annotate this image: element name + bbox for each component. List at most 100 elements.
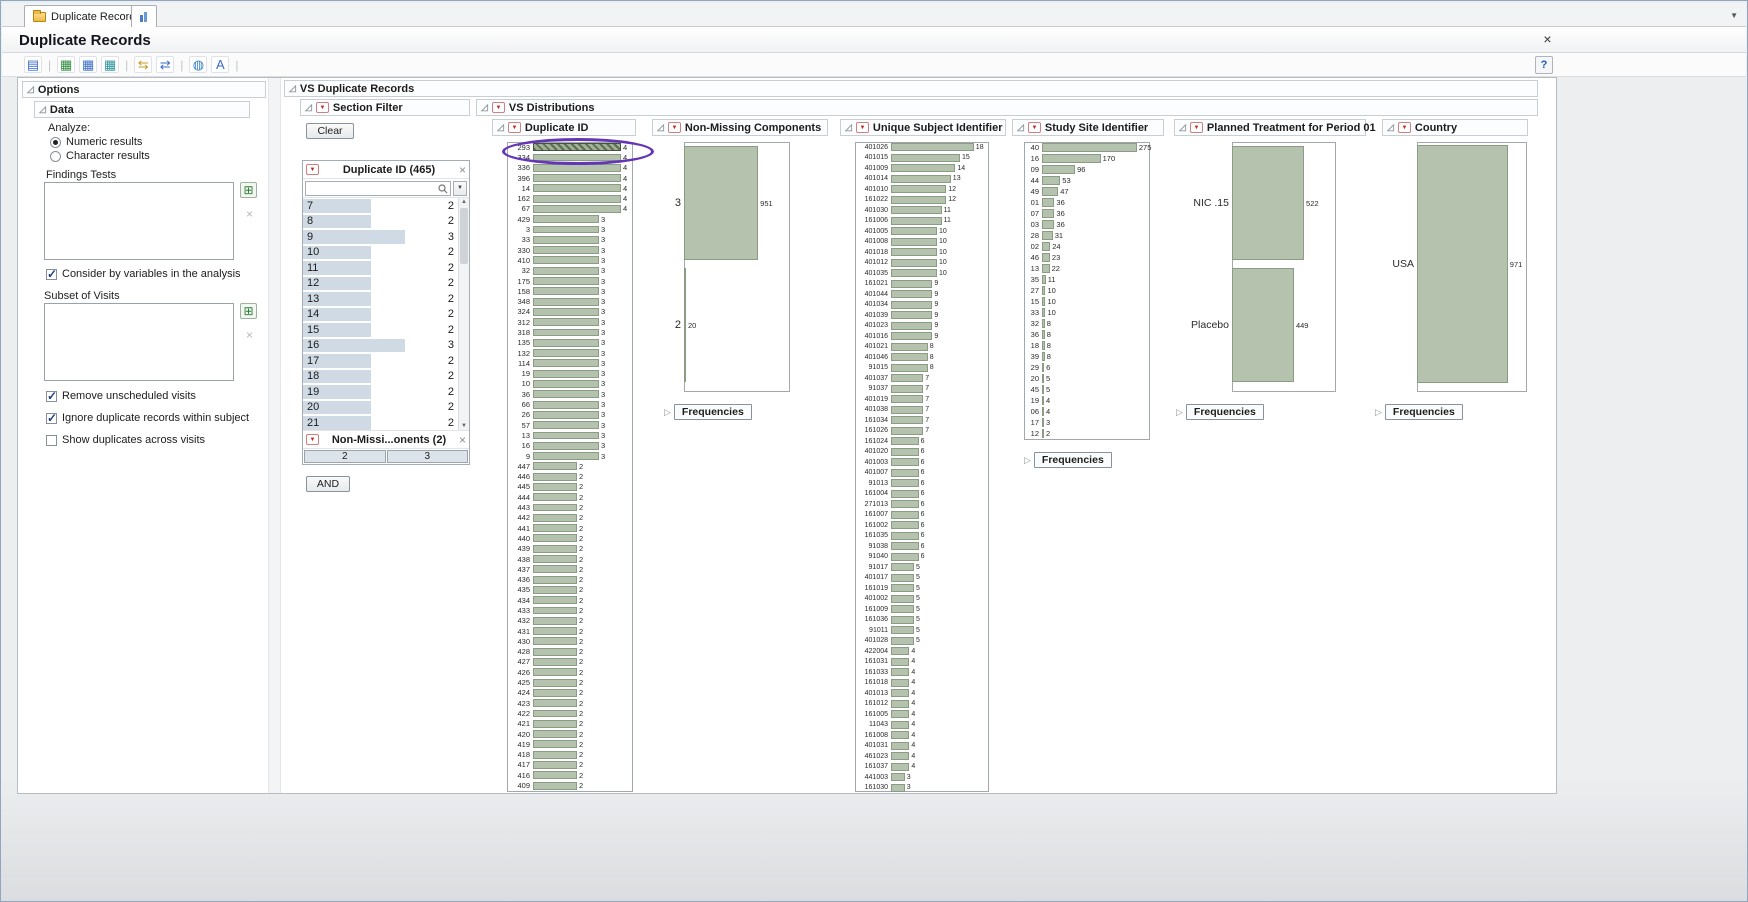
histogram-bar[interactable]	[533, 493, 577, 501]
next-group-icon[interactable]: ⇄	[156, 56, 174, 73]
histogram-bar[interactable]	[533, 751, 577, 759]
histogram-bar[interactable]	[533, 298, 599, 306]
histogram-bar[interactable]	[891, 322, 932, 330]
histogram-bar[interactable]	[891, 416, 923, 424]
histogram-bar[interactable]	[891, 143, 974, 151]
histogram-bar[interactable]	[533, 720, 577, 728]
histogram-bar[interactable]	[533, 637, 577, 645]
histogram-bar[interactable]	[533, 607, 577, 615]
disclosure-icon[interactable]	[305, 103, 312, 112]
text-search-icon[interactable]: A	[211, 56, 229, 73]
filter-list-item[interactable]: 132	[303, 291, 469, 307]
histogram-bar[interactable]	[533, 339, 599, 347]
histogram-bar[interactable]	[533, 710, 577, 718]
histogram-bar[interactable]	[533, 565, 577, 573]
histogram-bar[interactable]	[1042, 143, 1137, 152]
disclosure-icon[interactable]	[39, 105, 46, 114]
histogram-bar[interactable]	[533, 730, 577, 738]
histogram-bar[interactable]	[891, 437, 919, 445]
histogram-bar[interactable]	[533, 483, 577, 491]
red-triangle-menu-icon[interactable]	[1398, 122, 1411, 133]
histogram-bar[interactable]	[891, 668, 909, 676]
save-table-icon[interactable]: ▦	[79, 56, 97, 73]
histogram-bar[interactable]	[1042, 264, 1050, 273]
red-triangle-menu-icon[interactable]	[306, 164, 319, 175]
histogram-bar[interactable]	[533, 380, 599, 388]
histogram-bar[interactable]	[533, 658, 577, 666]
histogram-bar[interactable]	[533, 236, 599, 244]
histogram-bar[interactable]	[891, 721, 909, 729]
histogram-bar[interactable]	[533, 359, 599, 367]
histogram-bar[interactable]	[533, 679, 577, 687]
histogram-bar[interactable]	[891, 616, 914, 624]
histogram-bar[interactable]	[533, 246, 599, 254]
histogram-bar[interactable]	[891, 731, 909, 739]
histogram-bar[interactable]	[891, 385, 923, 393]
filter-list-item[interactable]: 212	[303, 415, 469, 431]
red-triangle-menu-icon[interactable]	[306, 434, 319, 445]
histogram-bar[interactable]	[891, 742, 909, 750]
histogram-bar[interactable]	[533, 154, 621, 162]
histogram-bar[interactable]	[533, 514, 577, 522]
red-triangle-menu-icon[interactable]	[668, 122, 681, 133]
remove-filter-icon[interactable]	[459, 164, 466, 176]
histogram-bar[interactable]	[533, 318, 599, 326]
histogram-bar[interactable]	[891, 280, 932, 288]
histogram-bar[interactable]	[684, 146, 758, 260]
histogram-bar[interactable]	[891, 301, 932, 309]
histogram-bar[interactable]	[533, 195, 621, 203]
tab-report[interactable]	[131, 5, 157, 27]
histogram-bar[interactable]	[891, 227, 937, 235]
disclosure-icon[interactable]	[481, 103, 488, 112]
web-report-icon[interactable]: ◍	[189, 56, 207, 73]
histogram-bar[interactable]	[533, 617, 577, 625]
frequencies-button[interactable]: Frequencies	[1186, 404, 1264, 420]
histogram-bar[interactable]	[533, 205, 621, 213]
export-journal-icon[interactable]: ▤	[24, 56, 42, 73]
histogram-bar[interactable]	[533, 432, 599, 440]
histogram-bar[interactable]	[1042, 253, 1050, 262]
histogram-bar[interactable]	[533, 143, 621, 151]
histogram-bar[interactable]	[533, 184, 621, 192]
disclosure-icon[interactable]	[1017, 123, 1024, 132]
histogram-bar[interactable]	[891, 763, 909, 771]
histogram-bar[interactable]	[891, 353, 928, 361]
filter-list-item[interactable]: 192	[303, 384, 469, 400]
histogram-bar[interactable]	[533, 287, 599, 295]
disclosure-icon[interactable]	[845, 123, 852, 132]
remove-unscheduled-checkbox[interactable]: Remove unscheduled visits	[46, 390, 196, 402]
filter-value-button[interactable]: 3	[387, 450, 469, 463]
histogram-bar[interactable]	[891, 469, 919, 477]
histogram-bar[interactable]	[891, 679, 909, 687]
histogram-bar[interactable]	[533, 442, 599, 450]
histogram-bar[interactable]	[891, 185, 946, 193]
histogram-bar[interactable]	[891, 689, 909, 697]
histogram-bar[interactable]	[533, 596, 577, 604]
histogram-bar[interactable]	[891, 269, 937, 277]
filter-list-item[interactable]: 172	[303, 353, 469, 369]
histogram-bar[interactable]	[891, 637, 914, 645]
histogram-bar[interactable]	[533, 648, 577, 656]
histogram-bar[interactable]	[533, 462, 577, 470]
disclosure-collapsed-icon[interactable]	[664, 407, 671, 418]
histogram-bar[interactable]	[891, 595, 914, 603]
filter-list-item[interactable]: 163	[303, 338, 469, 354]
histogram-bar[interactable]	[1042, 154, 1101, 163]
filter-list-item[interactable]: 112	[303, 260, 469, 276]
frequencies-button[interactable]: Frequencies	[1385, 404, 1463, 420]
disclosure-icon[interactable]	[27, 85, 34, 94]
histogram-bar[interactable]	[1042, 198, 1054, 207]
histogram-bar[interactable]	[533, 174, 621, 182]
filter-list-item[interactable]: 72	[303, 198, 469, 214]
histogram-bar[interactable]	[891, 710, 909, 718]
histogram-bar[interactable]	[533, 524, 577, 532]
filter-value-button[interactable]: 2	[304, 450, 386, 463]
histogram-bar[interactable]	[891, 532, 919, 540]
filter-list-item[interactable]: 93	[303, 229, 469, 245]
histogram-bar[interactable]	[891, 248, 937, 256]
filter-list-item[interactable]: 152	[303, 322, 469, 338]
filter-list-item[interactable]: 102	[303, 245, 469, 261]
show-duplicates-checkbox[interactable]: Show duplicates across visits	[46, 434, 205, 446]
histogram-bar[interactable]	[533, 277, 599, 285]
histogram-bar[interactable]	[1042, 176, 1060, 185]
